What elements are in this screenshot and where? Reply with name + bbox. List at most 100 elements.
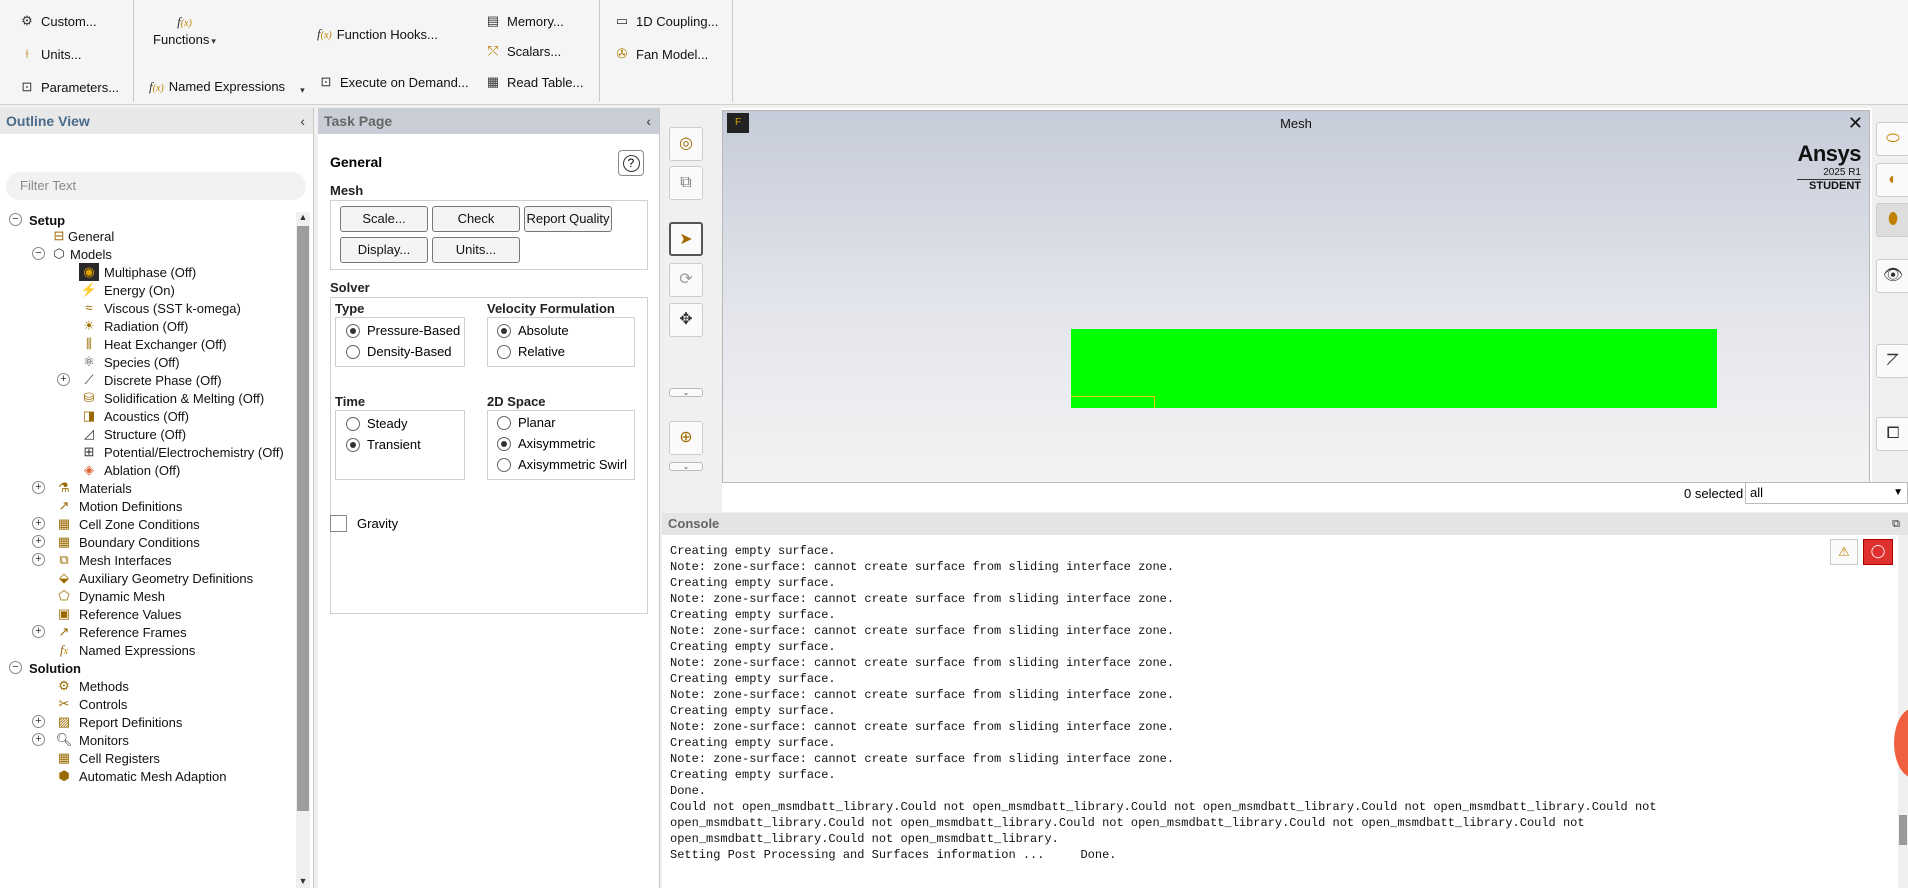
scale-button[interactable]: Scale... xyxy=(340,206,428,232)
memory-button[interactable]: ▤ Memory... xyxy=(484,12,564,30)
collapse-toggle-icon[interactable]: − xyxy=(9,213,22,226)
planar-radio[interactable]: Planar xyxy=(497,415,556,430)
window-button[interactable]: ⧠ xyxy=(1876,417,1908,451)
tree-item-viscous[interactable]: ≈ Viscous (SST k-omega) xyxy=(79,298,240,318)
tree-item-general[interactable]: ⊟ General xyxy=(52,226,115,246)
tree-item-ablation[interactable]: ◈ Ablation (Off) xyxy=(79,460,180,480)
tree-item-controls[interactable]: ✂ Controls xyxy=(54,694,128,714)
scroll-down-icon[interactable]: ▼ xyxy=(296,876,310,888)
report-quality-button[interactable]: Report Quality xyxy=(524,206,612,232)
view-sphere-button[interactable]: ◎ xyxy=(669,127,703,161)
fan-model-button[interactable]: ✇ Fan Model... xyxy=(613,45,709,63)
execute-on-demand-button[interactable]: ⊡ Execute on Demand... xyxy=(317,73,469,91)
half-surface-button[interactable]: ◐ xyxy=(1876,163,1908,197)
tree-item-solidification[interactable]: ⛁ Solidification & Melting (Off) xyxy=(79,388,265,408)
collapse-toggle-icon[interactable]: − xyxy=(9,661,22,674)
steady-radio[interactable]: Steady xyxy=(346,416,407,431)
expand-toggle-icon[interactable]: + xyxy=(32,625,45,638)
check-button[interactable]: Check xyxy=(432,206,520,232)
scrollbar-thumb[interactable] xyxy=(297,226,309,811)
float-panel-icon[interactable]: ⧉ xyxy=(1892,513,1900,535)
view-box-button[interactable]: ⧉ xyxy=(669,166,703,200)
tree-item-potential[interactable]: ⊞ Potential/Electrochemistry (Off) xyxy=(79,442,284,462)
units-button[interactable]: Units... xyxy=(432,237,520,263)
tree-item-report-definitions[interactable]: + ▨ Report Definitions xyxy=(32,712,182,732)
tree-item-mesh-adaption[interactable]: ⬢ Automatic Mesh Adaption xyxy=(54,766,226,786)
1d-coupling-button[interactable]: ▭ 1D Coupling... xyxy=(613,12,719,30)
mesh-geometry[interactable] xyxy=(1071,329,1717,408)
collapse-panel-icon[interactable]: ‹ xyxy=(300,108,305,134)
tree-item-monitors[interactable]: + 🔍︎ Monitors xyxy=(32,730,129,750)
tree-item-cell-zone-conditions[interactable]: + ▦ Cell Zone Conditions xyxy=(32,514,200,534)
display-button[interactable]: Display... xyxy=(340,237,428,263)
tree-item-reference-values[interactable]: ▣ Reference Values xyxy=(54,604,182,624)
collapse-panel-icon[interactable]: ‹ xyxy=(646,108,651,134)
expand-toggle-icon[interactable]: + xyxy=(32,517,45,530)
named-expressions-button[interactable]: f(x) Named Expressions ▾ xyxy=(149,77,305,96)
tree-item-mesh-interfaces[interactable]: + ⧉ Mesh Interfaces xyxy=(32,550,172,570)
transient-radio[interactable]: Transient xyxy=(346,437,421,452)
scroll-up-icon[interactable]: ▲ xyxy=(296,212,310,224)
outline-scrollbar[interactable]: ▲ ▼ xyxy=(296,212,310,888)
units-button[interactable]: ⟊ Units... xyxy=(18,45,81,63)
zoom-fit-button[interactable]: ⊕ xyxy=(669,421,703,455)
help-button[interactable]: ? xyxy=(618,150,644,176)
selection-filter-select[interactable]: all ▼ xyxy=(1745,482,1908,504)
select-pointer-button[interactable]: ➤ xyxy=(669,222,703,256)
tree-item-boundary-conditions[interactable]: + ▦ Boundary Conditions xyxy=(32,532,200,552)
function-hooks-button[interactable]: f(x) Function Hooks... xyxy=(317,26,438,42)
mesh-viewport[interactable]: F Mesh ✕ Ansys 2025 R1 STUDENT xyxy=(722,110,1870,483)
tree-item-reference-frames[interactable]: + ↗ Reference Frames xyxy=(32,622,187,642)
tree-item-cell-registers[interactable]: ▦ Cell Registers xyxy=(54,748,160,768)
tree-item-species[interactable]: ⚛ Species (Off) xyxy=(79,352,179,372)
custom-button[interactable]: ⚙ Custom... xyxy=(18,12,96,30)
pressure-based-radio[interactable]: Pressure-Based xyxy=(346,323,460,338)
relative-radio[interactable]: Relative xyxy=(497,344,565,359)
tree-item-radiation[interactable]: ☀ Radiation (Off) xyxy=(79,316,188,336)
expand-toggle-icon[interactable]: + xyxy=(32,535,45,548)
tree-item-energy[interactable]: ⚡ Energy (On) xyxy=(79,280,175,300)
scalars-button[interactable]: ⤲ Scalars... xyxy=(484,42,561,60)
toolbar-expand-button[interactable]: ⌄ xyxy=(669,388,703,397)
tree-item-models[interactable]: − ⬡ Models xyxy=(32,244,112,264)
close-icon[interactable]: ✕ xyxy=(1848,113,1863,134)
read-table-button[interactable]: ▦ Read Table... xyxy=(484,73,584,91)
filter-input[interactable]: Filter Text xyxy=(6,172,306,200)
expand-toggle-icon[interactable]: + xyxy=(32,481,45,494)
surface-display-button[interactable]: ⬭ xyxy=(1876,122,1908,156)
collapse-toggle-icon[interactable]: − xyxy=(32,247,45,260)
axisymmetric-swirl-radio[interactable]: Axisymmetric Swirl xyxy=(497,457,627,472)
expand-toggle-icon[interactable]: + xyxy=(32,733,45,746)
pan-button[interactable]: ✥ xyxy=(669,303,703,337)
axisymmetric-radio[interactable]: Axisymmetric xyxy=(497,436,595,451)
console-output[interactable]: Creating empty surface. Note: zone-surfac… xyxy=(670,543,1870,863)
gravity-checkbox[interactable]: Gravity xyxy=(330,515,398,532)
axes-button[interactable]: ⦢ xyxy=(1876,344,1908,378)
tree-item-solution[interactable]: − Solution xyxy=(9,658,81,678)
rotate-button[interactable]: ⟳ xyxy=(669,263,703,297)
tree-item-motion-definitions[interactable]: ↗ Motion Definitions xyxy=(54,496,183,516)
toolbar-expand-button-2[interactable]: ⌄ xyxy=(669,462,703,471)
tree-item-acoustics[interactable]: ◨ Acoustics (Off) xyxy=(79,406,189,426)
tree-item-methods[interactable]: ⚙ Methods xyxy=(54,676,129,696)
density-based-radio[interactable]: Density-Based xyxy=(346,344,452,359)
functions-button[interactable]: f(x) Functions ▾ xyxy=(153,14,216,47)
expand-toggle-icon[interactable]: + xyxy=(57,373,70,386)
tree-item-structure[interactable]: ◿ Structure (Off) xyxy=(79,424,186,444)
tree-item-named-expressions[interactable]: fx Named Expressions xyxy=(54,640,195,660)
tree-item-materials[interactable]: + ⚗ Materials xyxy=(32,478,132,498)
interrupt-button[interactable]: ◯ xyxy=(1863,539,1893,565)
tree-item-heat-exchanger[interactable]: ⫼ Heat Exchanger (Off) xyxy=(79,334,227,354)
visibility-button[interactable]: 👁︎ xyxy=(1876,259,1908,293)
expand-toggle-icon[interactable]: + xyxy=(32,553,45,566)
warning-button[interactable]: ⚠ xyxy=(1830,539,1858,565)
tree-item-discrete-phase[interactable]: + ⟋ Discrete Phase (Off) xyxy=(57,370,222,390)
mesh-display-button[interactable]: ⬮ xyxy=(1876,203,1908,237)
tree-item-multiphase[interactable]: ◉ Multiphase (Off) xyxy=(79,262,196,282)
scrollbar-thumb[interactable] xyxy=(1899,815,1907,845)
tree-item-auxiliary-geometry[interactable]: ⬙ Auxiliary Geometry Definitions xyxy=(54,568,253,588)
tree-item-dynamic-mesh[interactable]: ⬠ Dynamic Mesh xyxy=(54,586,165,606)
expand-toggle-icon[interactable]: + xyxy=(32,715,45,728)
parameters-button[interactable]: ⊡ Parameters... xyxy=(18,78,119,96)
absolute-radio[interactable]: Absolute xyxy=(497,323,569,338)
